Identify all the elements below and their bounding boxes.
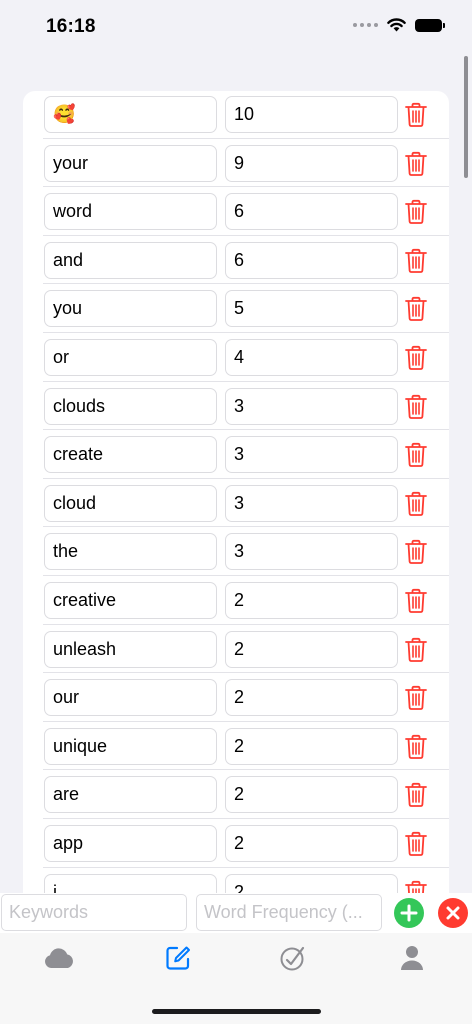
battery-icon	[415, 18, 445, 32]
keyword-field[interactable]: unleash	[44, 630, 217, 668]
keyword-field[interactable]: creative	[44, 582, 217, 619]
add-word-bar: Keywords Word Frequency (...	[0, 893, 472, 933]
count-field[interactable]: 3	[225, 533, 398, 571]
word-row: clouds 3	[23, 382, 449, 431]
count-field[interactable]: 2	[225, 776, 398, 814]
trash-icon[interactable]	[404, 102, 428, 128]
count-field[interactable]: 6	[225, 241, 398, 279]
keyword-field[interactable]: cloud	[44, 484, 217, 522]
count-field[interactable]: 10	[225, 96, 398, 133]
trash-icon[interactable]	[404, 151, 428, 177]
add-button[interactable]	[394, 898, 424, 928]
word-row: and 6	[23, 236, 449, 285]
word-row: creative 2	[23, 576, 449, 625]
trash-icon[interactable]	[404, 588, 428, 614]
keyword-field[interactable]: you	[44, 290, 217, 328]
keyword-field[interactable]: are	[44, 776, 217, 814]
count-field[interactable]: 2	[225, 679, 398, 717]
keyword-field[interactable]: create	[44, 436, 217, 474]
word-row: the 3	[23, 527, 449, 576]
frequency-input[interactable]: Word Frequency (...	[196, 894, 382, 931]
count-field[interactable]: 3	[225, 387, 398, 425]
word-row: word 6	[23, 187, 449, 236]
edit-icon	[166, 946, 190, 970]
keyword-field[interactable]: and	[44, 241, 217, 279]
count-field[interactable]: 3	[225, 436, 398, 474]
word-row: your 9	[23, 139, 449, 188]
trash-icon[interactable]	[404, 296, 428, 322]
count-field[interactable]: 2	[225, 727, 398, 765]
tab-verify[interactable]	[263, 938, 323, 978]
home-indicator	[152, 1009, 321, 1014]
keyword-field[interactable]: app	[44, 825, 217, 862]
keyword-field[interactable]: clouds	[44, 387, 217, 425]
tab-cloud[interactable]	[29, 938, 89, 978]
word-row: unleash 2	[23, 625, 449, 674]
keyword-field[interactable]: our	[44, 679, 217, 717]
trash-icon[interactable]	[404, 539, 428, 565]
count-field[interactable]: 2	[225, 582, 398, 619]
checkmark-seal-icon	[280, 946, 305, 971]
word-row: unique 2	[23, 722, 449, 771]
plus-icon	[400, 904, 418, 922]
trash-icon[interactable]	[404, 248, 428, 274]
scrollbar[interactable]	[464, 56, 468, 178]
keyword-field[interactable]: the	[44, 533, 217, 571]
word-row: are 2	[23, 770, 449, 819]
count-field[interactable]: 3	[225, 484, 398, 522]
trash-icon[interactable]	[404, 345, 428, 371]
count-field[interactable]: 6	[225, 193, 398, 231]
trash-icon[interactable]	[404, 199, 428, 225]
tab-edit[interactable]	[148, 938, 208, 978]
status-time: 16:18	[46, 16, 96, 37]
count-field[interactable]: 4	[225, 339, 398, 376]
person-icon	[401, 946, 423, 970]
count-field[interactable]: 9	[225, 144, 398, 182]
close-icon	[446, 906, 460, 920]
word-row: you 5	[23, 284, 449, 333]
wifi-icon	[387, 18, 406, 32]
trash-icon[interactable]	[404, 685, 428, 711]
signal-dots-icon	[353, 23, 378, 27]
trash-icon[interactable]	[404, 831, 428, 857]
count-field[interactable]: 2	[225, 630, 398, 668]
status-bar: 16:18	[0, 0, 472, 54]
word-row: app 2	[23, 819, 449, 868]
word-row: cloud 3	[23, 479, 449, 528]
keyword-field[interactable]: or	[44, 339, 217, 376]
count-field[interactable]: 2	[225, 825, 398, 862]
word-row: create 3	[23, 430, 449, 479]
clear-button[interactable]	[438, 898, 468, 928]
trash-icon[interactable]	[404, 442, 428, 468]
keyword-field[interactable]: 🥰	[44, 96, 217, 133]
trash-icon[interactable]	[404, 491, 428, 517]
status-icons	[353, 18, 445, 32]
word-list: 🥰 10 your 9 word 6 and 6 you 5 or 4 clouds 3 create 3 cl…	[23, 91, 449, 931]
trash-icon[interactable]	[404, 394, 428, 420]
keyword-field[interactable]: word	[44, 193, 217, 231]
word-row: our 2	[23, 673, 449, 722]
trash-icon[interactable]	[404, 734, 428, 760]
keyword-field[interactable]: your	[44, 144, 217, 182]
keyword-input[interactable]: Keywords	[1, 894, 187, 931]
word-row: 🥰 10	[23, 91, 449, 139]
keyword-field[interactable]: unique	[44, 727, 217, 765]
trash-icon[interactable]	[404, 637, 428, 663]
count-field[interactable]: 5	[225, 290, 398, 328]
word-row: or 4	[23, 333, 449, 382]
trash-icon[interactable]	[404, 782, 428, 808]
cloud-icon	[45, 948, 73, 968]
tab-profile[interactable]	[382, 938, 442, 978]
